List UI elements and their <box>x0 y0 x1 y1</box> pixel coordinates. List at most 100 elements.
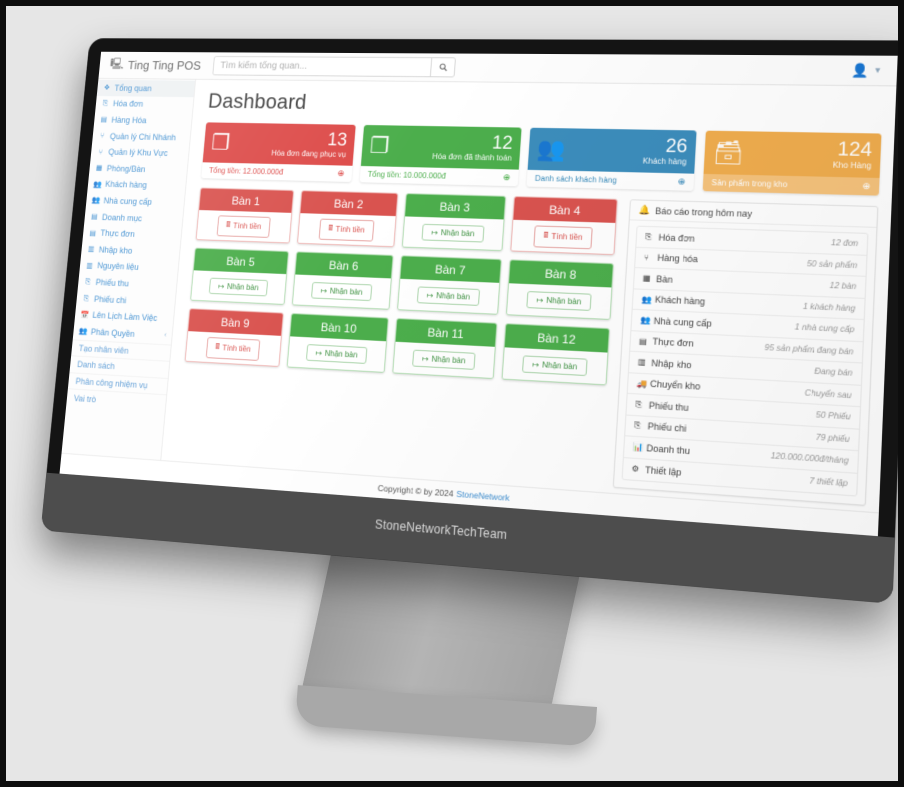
sidebar-item-label: Doanh mục <box>101 212 143 223</box>
search-button[interactable] <box>429 57 457 78</box>
sidebar-subitem-label: Tạo nhân viên <box>78 343 130 356</box>
table-action-button[interactable]: 🖩 Tính tiền <box>532 224 594 249</box>
table-action-button[interactable]: 🖩 Tính tiền <box>205 336 261 361</box>
content-split: Bàn 1 🖩 Tính tiền Bàn 2 🖩 Tính tiền Bàn 3 ↦ Nhận… <box>176 187 879 512</box>
table-card-6[interactable]: Bàn 7 ↦ Nhận bàn <box>397 255 502 315</box>
users-icon: 👥 <box>92 179 103 189</box>
receipt-icon: ⎘ <box>83 293 90 303</box>
report-row-label: Bàn <box>655 273 674 285</box>
table-action-button[interactable]: ↦ Nhận bàn <box>421 223 485 243</box>
table-card-body: ↦ Nhận bàn <box>287 336 387 372</box>
table-action-button[interactable]: ↦ Nhận bàn <box>411 349 476 370</box>
calendar-icon: 📅 <box>80 310 90 320</box>
report-row-value: 12 đơn <box>830 238 859 249</box>
stat-card-top: ❐ 13 Hóa đơn đang phục vụ <box>202 122 356 166</box>
brand-label: Ting Ting POS <box>127 58 202 73</box>
table-action-label: Nhận bàn <box>440 228 475 239</box>
truck-icon: 🚚 <box>636 378 648 389</box>
sign-in-icon: ↦ <box>421 354 429 364</box>
stat-cards: ❐ 13 Hóa đơn đang phục vụ Tổng tiền: 12.000… <box>201 122 882 196</box>
sidebar-item-label: Lên Lịch Làm Việc <box>92 310 158 323</box>
table-action-label: Tính tiền <box>232 221 262 231</box>
table-card-0[interactable]: Bàn 1 🖩 Tính tiền <box>195 187 295 244</box>
report-row-value: 79 phiếu <box>815 432 850 444</box>
sidebar-item-3[interactable]: ⑂ Quản lý Chi Nhánh <box>92 128 191 146</box>
invoice-icon: ⎘ <box>644 231 653 242</box>
table-card-4[interactable]: Bàn 5 ↦ Nhận bàn <box>190 247 289 305</box>
table-card-5[interactable]: Bàn 6 ↦ Nhận bàn <box>291 251 394 310</box>
report-row-value: 50 Phiếu <box>815 410 851 422</box>
copyright-text: Copyright © by 2024 <box>377 482 454 499</box>
table-action-button[interactable]: 🖩 Tính tiền <box>318 218 375 242</box>
table-icon: ▦ <box>642 273 651 284</box>
sidebar-item-label: Hàng Hóa <box>111 115 147 126</box>
report-row-value: 1 nhà cung cấp <box>794 322 855 335</box>
arrow-circle-right-icon: ⊕ <box>337 168 345 179</box>
sidebar-item-0[interactable]: ❖ Tổng quan <box>96 79 196 97</box>
copy-files-icon: ❐ <box>369 132 391 158</box>
table-card-body: ↦ Nhận bàn <box>191 270 287 304</box>
table-card-11[interactable]: Bàn 12 ↦ Nhận bàn <box>501 323 610 386</box>
users-icon: 👥 <box>78 326 88 336</box>
caret-down-icon[interactable]: ▼ <box>873 66 882 75</box>
footer-brand-link[interactable]: StoneNetwork <box>456 488 510 502</box>
report-row-label: Nhà cung cấp <box>653 315 713 329</box>
receipt-icon: ⎘ <box>635 399 643 409</box>
gears-icon: ⚙ <box>631 464 640 475</box>
sidebar-item-label: Phòng/Bàn <box>106 163 146 174</box>
report-list: ⎘ Hóa đơn 12 đơn ⑂ Hàng hóa 50 sản phẩm ▦ Bàn 12… <box>621 225 869 497</box>
monitor: StoneNetworkTechTeam 🖳 Ting Ting POS Tìm… <box>40 38 898 604</box>
report-panel: 🔔 Báo cáo trong hôm nay ⎘ Hóa đơn 12 đơn ⑂ H… <box>612 199 879 506</box>
report-row-value: 50 sản phẩm <box>806 258 858 270</box>
table-card-title: Bàn 4 <box>513 197 617 223</box>
table-card-body: 🖩 Tính tiền <box>297 213 396 247</box>
table-action-button[interactable]: ↦ Nhận bàn <box>521 355 588 377</box>
stat-card-0[interactable]: ❐ 13 Hóa đơn đang phục vụ Tổng tiền: 12.000… <box>201 122 356 183</box>
table-card-body: ↦ Nhận bàn <box>402 216 504 251</box>
warehouse-icon: ▥ <box>85 261 94 270</box>
sidebar-subitem-label: Vai trò <box>73 393 97 404</box>
stat-card-values: 13 Hóa đơn đang phục vụ <box>271 130 348 159</box>
table-action-label: Tính tiền <box>335 224 366 235</box>
sidebar-item-label: Quản lý Khu Vực <box>107 147 169 158</box>
monitor-screen: 🖳 Ting Ting POS Tìm kiếm tổng quan... 👤 … <box>59 51 898 537</box>
table-action-button[interactable]: 🖩 Tính tiền <box>216 214 272 238</box>
table-action-button[interactable]: ↦ Nhận bàn <box>305 344 368 364</box>
stat-card-footer-label: Tổng tiền: 10.000.000đ <box>367 169 447 181</box>
sign-in-icon: ↦ <box>431 227 439 238</box>
chevron-left-icon: ‹ <box>163 332 167 339</box>
stat-card-label: Kho Hàng <box>832 160 872 171</box>
page-title: Dashboard <box>207 89 308 114</box>
search-input[interactable] <box>212 56 432 78</box>
navbar-right: 👤 ▼ <box>851 62 889 79</box>
stat-card-footer[interactable]: Sản phẩm trong kho ⊕ <box>702 173 880 196</box>
calculator-icon: 🖩 <box>328 223 334 232</box>
report-row-value: Đang bán <box>814 366 853 379</box>
report-row-label: Chuyển kho <box>649 378 701 393</box>
stat-card-3[interactable]: 🗃 124 Kho Hàng Sản phẩm trong kho ⊕ <box>702 130 882 196</box>
table-card-3[interactable]: Bàn 4 🖩 Tính tiền <box>510 196 618 256</box>
sitemap-icon: ⑂ <box>99 131 105 140</box>
users-icon: 👥 <box>641 294 653 305</box>
table-card-title: Bàn 2 <box>300 191 398 217</box>
table-card-8[interactable]: Bàn 9 🖩 Tính tiền <box>184 308 284 368</box>
report-row-value: 7 thiết lập <box>809 476 848 489</box>
dashboard-icon: ❖ <box>103 83 111 92</box>
table-action-label: Nhận bàn <box>435 291 471 302</box>
stat-card-value: 12 <box>491 132 514 154</box>
table-icon: ▦ <box>95 163 103 173</box>
table-card-body: 🖩 Tính tiền <box>511 219 616 255</box>
user-icon[interactable]: 👤 <box>851 62 869 78</box>
table-card-10[interactable]: Bàn 11 ↦ Nhận bàn <box>392 318 498 380</box>
sidebar-item-label: Phiếu chi <box>93 293 127 305</box>
users-icon: 👥 <box>640 315 651 326</box>
sign-in-icon: ↦ <box>315 348 323 358</box>
table-card-2[interactable]: Bàn 3 ↦ Nhận bàn <box>401 193 507 252</box>
stat-card-label: Hóa đơn đã thành toán <box>431 151 513 163</box>
report-row-label: Nhập kho <box>651 357 692 371</box>
sidebar-item-label: Nhập kho <box>98 244 133 256</box>
table-action-label: Tính tiền <box>221 343 252 354</box>
users-icon: 👥 <box>91 196 101 205</box>
stat-card-footer-label: Sản phẩm trong kho <box>711 178 788 190</box>
table-card-7[interactable]: Bàn 8 ↦ Nhận bàn <box>505 259 614 320</box>
